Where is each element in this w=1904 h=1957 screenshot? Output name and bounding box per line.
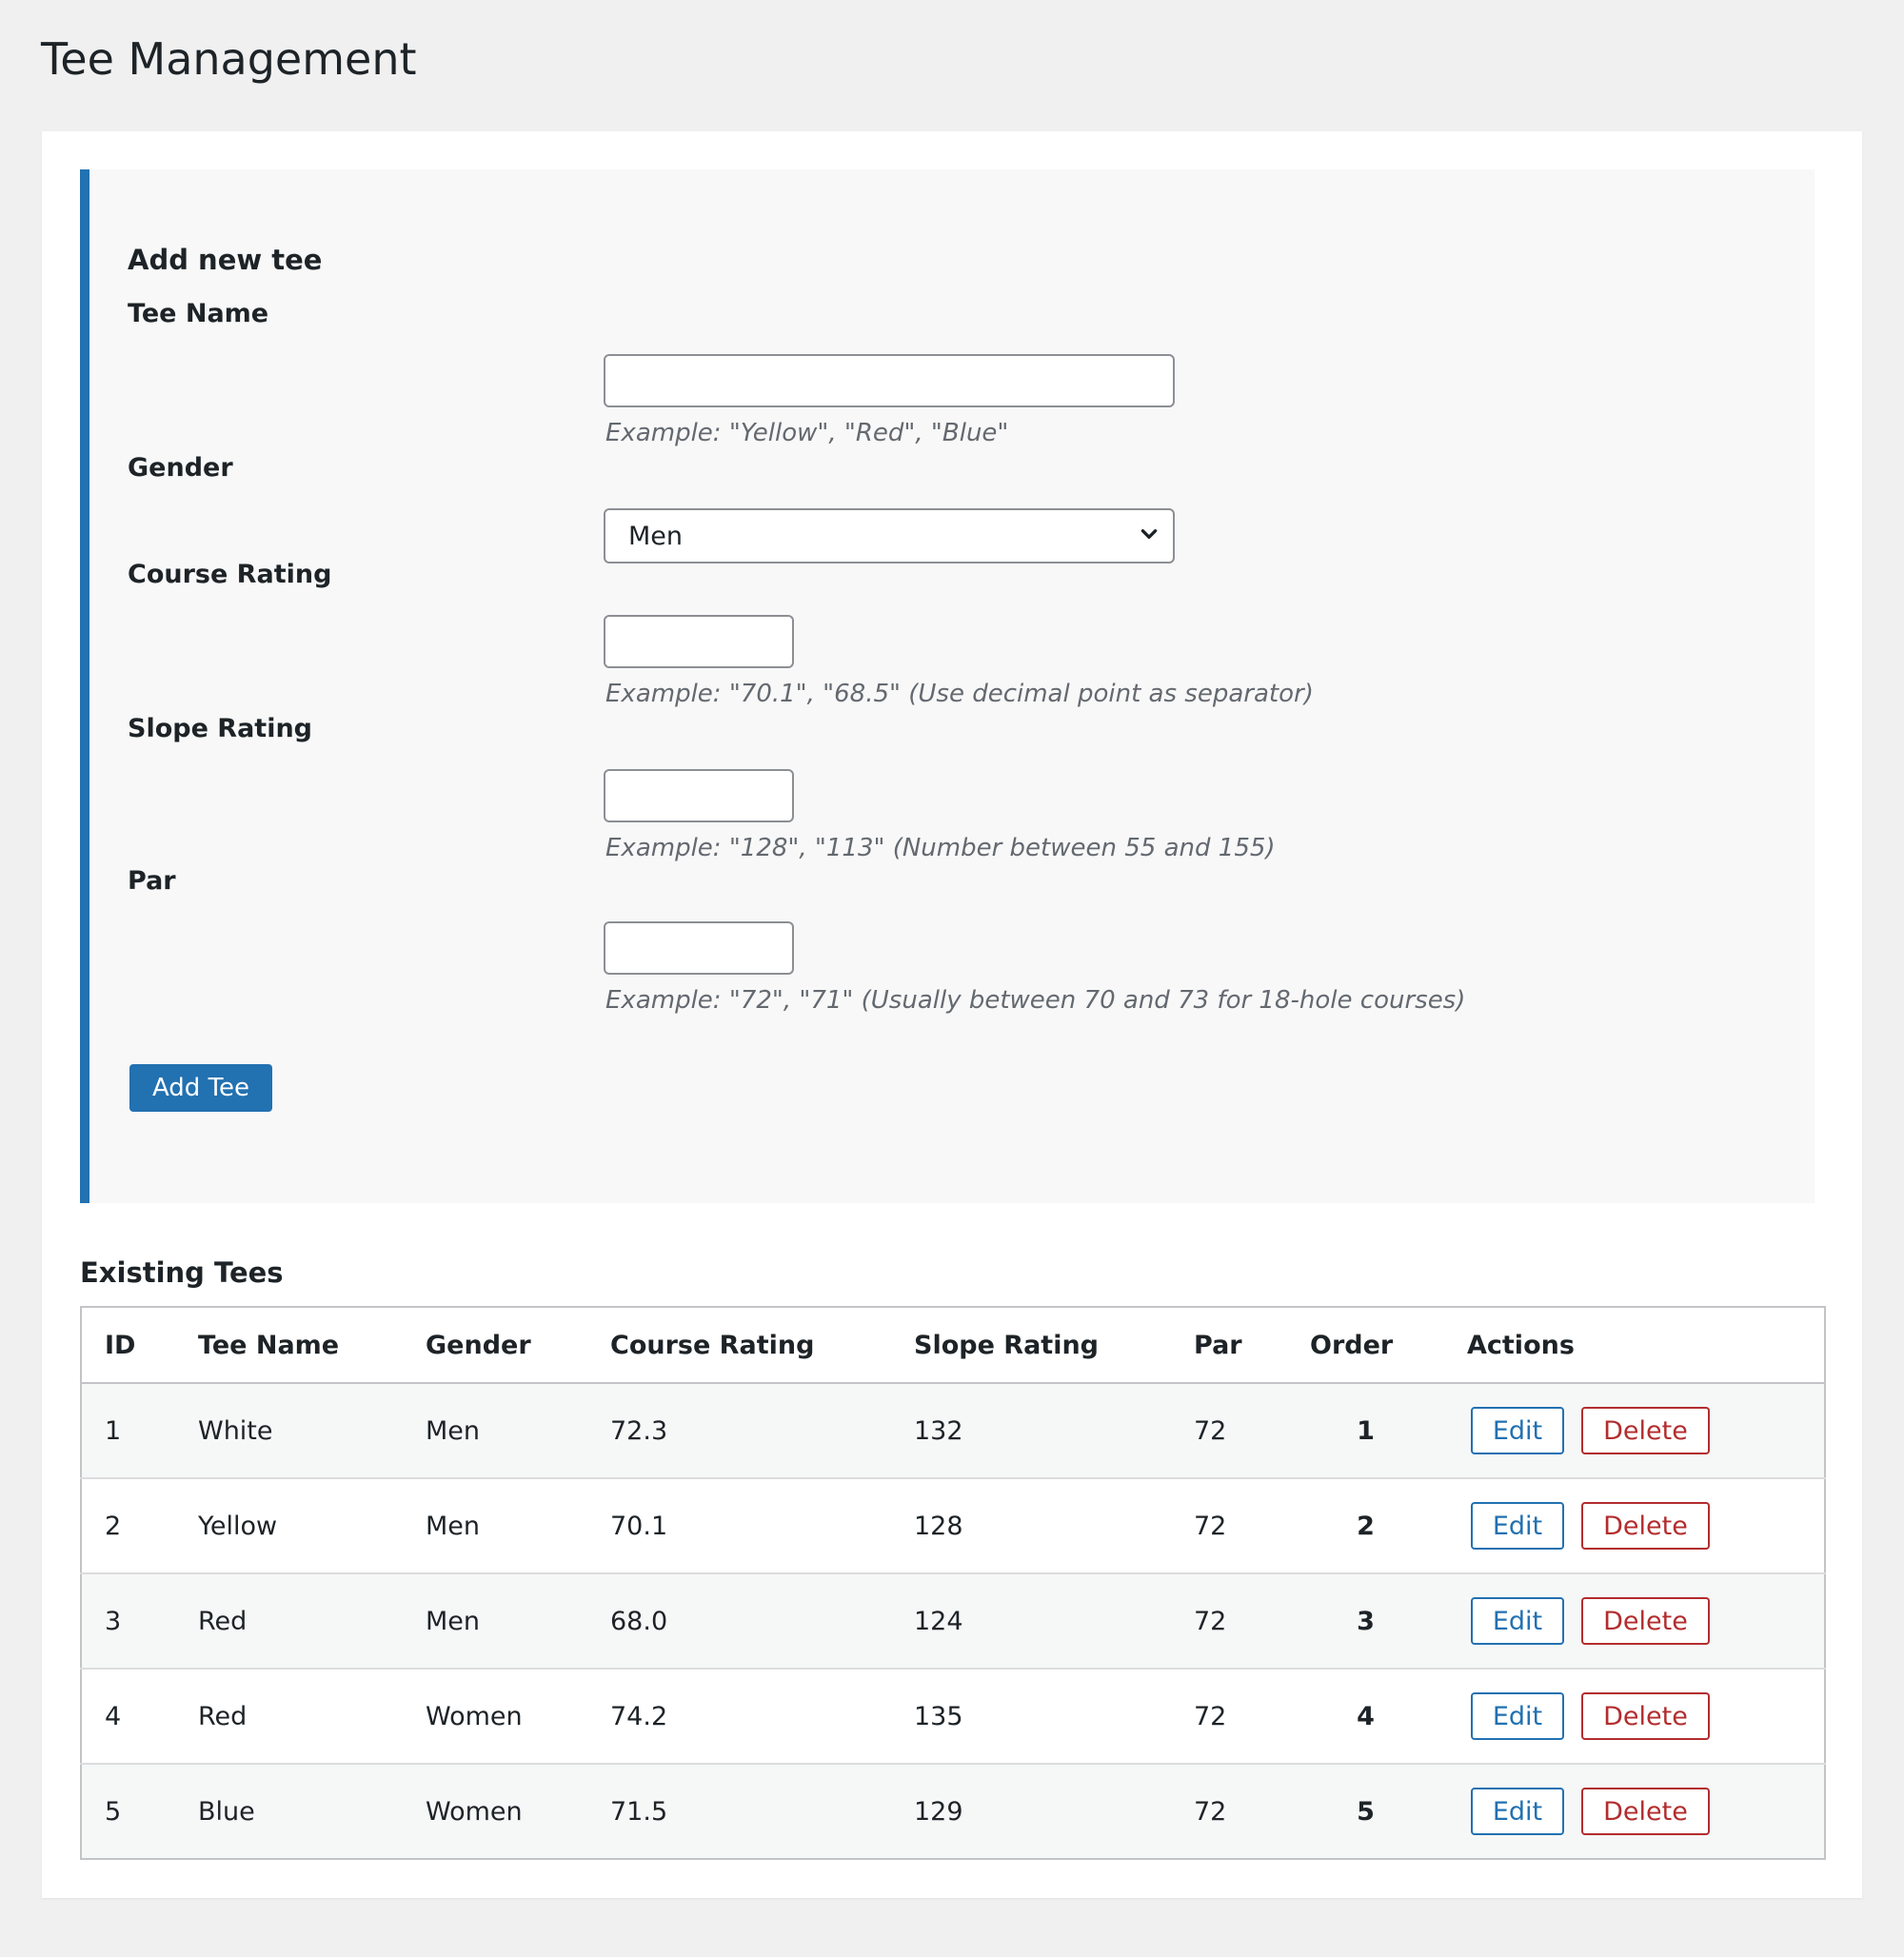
- table-row: 1 White Men 72.3 132 72 1 Edit Delete: [81, 1383, 1825, 1479]
- delete-button[interactable]: Delete: [1581, 1692, 1710, 1740]
- column-header-course-rating[interactable]: Course Rating: [587, 1307, 891, 1384]
- cell-gender: Women: [403, 1669, 587, 1765]
- delete-button[interactable]: Delete: [1581, 1407, 1710, 1454]
- cell-course-rating: 74.2: [587, 1669, 891, 1765]
- main-card: Add new tee Tee Name Example: "Yellow", …: [42, 131, 1862, 1898]
- cell-id: 3: [81, 1573, 175, 1670]
- edit-button[interactable]: Edit: [1471, 1692, 1564, 1740]
- form-heading: Add new tee: [128, 244, 323, 276]
- cell-course-rating: 72.3: [587, 1383, 891, 1479]
- cell-par: 72: [1171, 1383, 1287, 1479]
- cell-course-rating: 68.0: [587, 1573, 891, 1670]
- column-header-tee-name[interactable]: Tee Name: [175, 1307, 403, 1384]
- cell-tee-name: White: [175, 1383, 403, 1479]
- table-row: 5 Blue Women 71.5 129 72 5 Edit Delete: [81, 1764, 1825, 1859]
- column-header-par[interactable]: Par: [1171, 1307, 1287, 1384]
- table-row: 3 Red Men 68.0 124 72 3 Edit Delete: [81, 1573, 1825, 1670]
- cell-slope-rating: 129: [891, 1764, 1171, 1859]
- column-header-order[interactable]: Order: [1287, 1307, 1444, 1384]
- cell-slope-rating: 124: [891, 1573, 1171, 1670]
- cell-actions: Edit Delete: [1444, 1573, 1825, 1670]
- cell-id: 4: [81, 1669, 175, 1765]
- cell-slope-rating: 128: [891, 1478, 1171, 1574]
- cell-tee-name: Red: [175, 1669, 403, 1765]
- delete-button[interactable]: Delete: [1581, 1597, 1710, 1645]
- table-header-row: ID Tee Name Gender Course Rating Slope R…: [81, 1307, 1825, 1384]
- cell-tee-name: Red: [175, 1573, 403, 1670]
- chevron-down-icon: [1139, 522, 1160, 551]
- add-tee-form: Add new tee Tee Name Example: "Yellow", …: [80, 169, 1815, 1203]
- cell-par: 72: [1171, 1669, 1287, 1765]
- add-tee-button[interactable]: Add Tee: [129, 1064, 272, 1112]
- page-title: Tee Management: [41, 33, 417, 85]
- course-rating-hint: Example: "70.1", "68.5" (Use decimal poi…: [605, 680, 1314, 708]
- cell-course-rating: 70.1: [587, 1478, 891, 1574]
- edit-button[interactable]: Edit: [1471, 1502, 1564, 1550]
- cell-slope-rating: 135: [891, 1669, 1171, 1765]
- tees-table: ID Tee Name Gender Course Rating Slope R…: [80, 1306, 1826, 1860]
- column-header-slope-rating[interactable]: Slope Rating: [891, 1307, 1171, 1384]
- cell-id: 2: [81, 1478, 175, 1574]
- tee-name-input[interactable]: [604, 354, 1175, 407]
- cell-slope-rating: 132: [891, 1383, 1171, 1479]
- cell-actions: Edit Delete: [1444, 1478, 1825, 1574]
- table-row: 4 Red Women 74.2 135 72 4 Edit Delete: [81, 1669, 1825, 1765]
- cell-gender: Men: [403, 1478, 587, 1574]
- cell-gender: Men: [403, 1383, 587, 1479]
- par-input[interactable]: [604, 921, 794, 975]
- cell-par: 72: [1171, 1478, 1287, 1574]
- tee-name-label: Tee Name: [128, 299, 269, 328]
- column-header-gender[interactable]: Gender: [403, 1307, 587, 1384]
- cell-gender: Men: [403, 1573, 587, 1670]
- slope-rating-hint: Example: "128", "113" (Number between 55…: [605, 834, 1276, 862]
- cell-order: 2: [1287, 1478, 1444, 1574]
- table-row: 2 Yellow Men 70.1 128 72 2 Edit Delete: [81, 1478, 1825, 1574]
- delete-button[interactable]: Delete: [1581, 1502, 1710, 1550]
- cell-gender: Women: [403, 1764, 587, 1859]
- cell-actions: Edit Delete: [1444, 1383, 1825, 1479]
- cell-tee-name: Yellow: [175, 1478, 403, 1574]
- cell-id: 1: [81, 1383, 175, 1479]
- cell-order: 5: [1287, 1764, 1444, 1859]
- cell-order: 1: [1287, 1383, 1444, 1479]
- delete-button[interactable]: Delete: [1581, 1788, 1710, 1835]
- edit-button[interactable]: Edit: [1471, 1597, 1564, 1645]
- par-label: Par: [128, 866, 176, 896]
- column-header-id[interactable]: ID: [81, 1307, 175, 1384]
- slope-rating-label: Slope Rating: [128, 714, 313, 743]
- cell-par: 72: [1171, 1764, 1287, 1859]
- cell-actions: Edit Delete: [1444, 1669, 1825, 1765]
- cell-order: 4: [1287, 1669, 1444, 1765]
- existing-tees-title: Existing Tees: [80, 1256, 284, 1289]
- cell-order: 3: [1287, 1573, 1444, 1670]
- gender-selected-value: Men: [628, 521, 684, 551]
- cell-course-rating: 71.5: [587, 1764, 891, 1859]
- gender-select[interactable]: Men: [604, 508, 1175, 563]
- cell-id: 5: [81, 1764, 175, 1859]
- course-rating-label: Course Rating: [128, 560, 332, 589]
- edit-button[interactable]: Edit: [1471, 1407, 1564, 1454]
- edit-button[interactable]: Edit: [1471, 1788, 1564, 1835]
- tee-name-hint: Example: "Yellow", "Red", "Blue": [605, 419, 1009, 447]
- cell-actions: Edit Delete: [1444, 1764, 1825, 1859]
- column-header-actions: Actions: [1444, 1307, 1825, 1384]
- par-hint: Example: "72", "71" (Usually between 70 …: [605, 986, 1466, 1015]
- cell-par: 72: [1171, 1573, 1287, 1670]
- course-rating-input[interactable]: [604, 615, 794, 668]
- gender-label: Gender: [128, 453, 233, 483]
- cell-tee-name: Blue: [175, 1764, 403, 1859]
- slope-rating-input[interactable]: [604, 769, 794, 822]
